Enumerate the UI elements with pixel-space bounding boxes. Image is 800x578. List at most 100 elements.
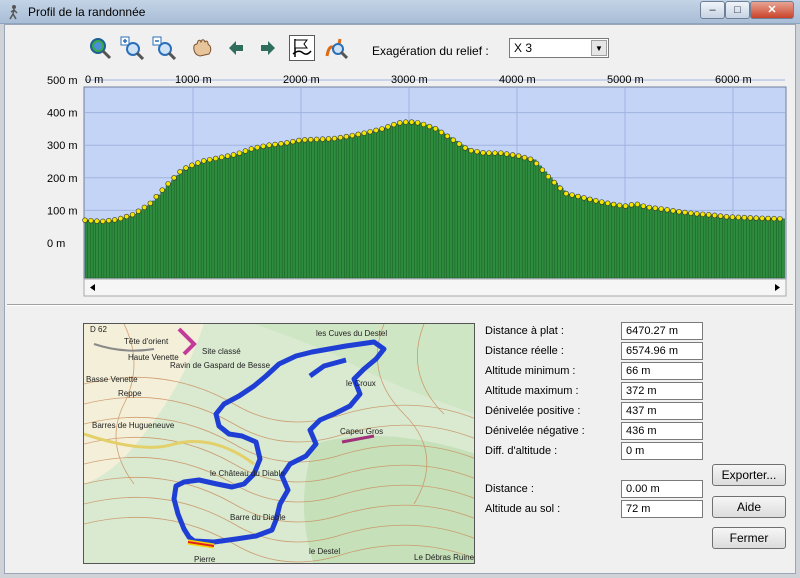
map-place-label: Capeu Gros <box>340 427 383 436</box>
help-button[interactable]: Aide <box>712 496 786 518</box>
profile-point <box>599 199 605 205</box>
profile-point <box>403 119 409 125</box>
chevron-down-icon: ▼ <box>591 40 607 56</box>
route-zoom-button[interactable] <box>323 35 349 61</box>
minimize-button[interactable]: – <box>700 1 725 19</box>
relief-exaggeration-select[interactable]: X 3 ▼ <box>509 38 609 58</box>
zoom-out-button[interactable] <box>151 35 177 61</box>
profile-point <box>741 214 748 221</box>
next-button[interactable] <box>255 35 281 61</box>
profile-point <box>486 150 492 156</box>
title-bar: Profil de la randonnée – □ ✕ <box>0 0 800 24</box>
profile-point <box>171 175 177 181</box>
map-place-label: les Cuves du Destel <box>316 329 387 338</box>
profile-point <box>480 150 486 156</box>
map-place-label: Pierre <box>194 555 216 564</box>
profile-point <box>189 162 195 168</box>
map-place-label: Site classé <box>202 347 241 356</box>
x-tick-label: 4000 m <box>499 74 536 86</box>
profile-point <box>355 131 361 138</box>
stat-label: Diff. d'altitude : <box>485 445 558 457</box>
profile-point <box>212 155 219 162</box>
profile-point <box>409 119 415 125</box>
stat-value-field: 372 m <box>621 382 703 400</box>
profile-point <box>539 167 546 173</box>
maximize-button[interactable]: □ <box>725 1 750 19</box>
profile-point <box>515 153 522 159</box>
zoom-full-button[interactable] <box>87 35 113 61</box>
section-divider <box>7 304 793 306</box>
zoom-full-icon <box>90 38 112 60</box>
x-tick-label: 6000 m <box>715 74 752 86</box>
profile-point <box>605 200 611 206</box>
profile-point <box>313 136 320 143</box>
profile-point <box>575 193 581 200</box>
zoom-in-button[interactable] <box>119 35 145 61</box>
profile-point <box>385 124 391 130</box>
previous-button[interactable] <box>223 35 249 61</box>
export-button[interactable]: Exporter... <box>712 464 786 486</box>
profile-point <box>551 179 557 186</box>
profile-point <box>569 192 575 198</box>
x-tick-label: 3000 m <box>391 74 428 86</box>
profile-point <box>735 214 742 221</box>
profile-point <box>438 129 445 136</box>
map-place-label: le Destel <box>309 547 340 556</box>
profile-point <box>82 217 88 223</box>
profile-point <box>290 138 296 145</box>
profile-flag-button[interactable] <box>289 35 315 61</box>
profile-point <box>236 150 243 156</box>
profile-point <box>640 203 647 209</box>
stat-label: Distance à plat : <box>485 325 564 337</box>
topographic-map[interactable]: les Cuves du Destel D 62 Tête d'orient Haut… <box>83 323 475 564</box>
profile-point <box>492 150 498 156</box>
stat-value-field: 6470.27 m <box>621 322 703 340</box>
stat-label: Altitude maximum : <box>485 385 579 397</box>
close-window-button[interactable]: ✕ <box>750 1 794 19</box>
elevation-bar <box>781 218 785 279</box>
stat-value-field: 66 m <box>621 362 703 380</box>
window-title: Profil de la randonnée <box>28 5 146 19</box>
profile-point <box>135 208 142 214</box>
profile-point <box>759 215 765 221</box>
profile-point <box>106 217 112 224</box>
x-tick-label: 1000 m <box>175 74 212 86</box>
profile-point <box>201 158 207 164</box>
profile-point <box>765 215 771 222</box>
profile-point <box>266 142 272 148</box>
profile-point <box>147 200 154 206</box>
profile-point <box>319 136 326 142</box>
profile-point <box>308 136 314 143</box>
x-tick-label: 2000 m <box>283 74 320 86</box>
profile-point <box>563 190 569 197</box>
topo-map-svg: les Cuves du DestelD 62Tête d'orientHaut… <box>84 324 475 564</box>
map-place-label: Basse Venette <box>86 375 138 384</box>
profile-point <box>557 185 563 191</box>
elevation-profile-chart[interactable]: 0 m 1000 m 2000 m 3000 m 4000 m 5000 m 6000 m … <box>47 71 789 301</box>
profile-point <box>224 153 231 159</box>
profile-point <box>272 141 278 148</box>
y-tick-label: 500 m <box>47 75 78 87</box>
profile-point <box>444 133 451 139</box>
profile-point <box>616 202 623 209</box>
profile-point <box>456 141 462 147</box>
profile-point <box>100 218 106 224</box>
map-place-label: le Croux <box>346 379 376 388</box>
profile-point <box>705 212 712 218</box>
y-tick-label: 300 m <box>47 140 78 152</box>
close-button[interactable]: Fermer <box>712 527 786 549</box>
map-place-label: Le Débras Ruines <box>414 553 475 562</box>
horizontal-scrollbar[interactable] <box>83 278 787 297</box>
profile-point <box>700 211 706 217</box>
stat-value-field: 6574.96 m <box>621 342 703 360</box>
relief-exaggeration-label: Exagération du relief : <box>372 44 489 58</box>
profile-point <box>670 208 676 214</box>
pan-button[interactable] <box>189 35 215 61</box>
map-place-label: Tête d'orient <box>124 337 169 346</box>
profile-point <box>498 150 504 156</box>
profile-point <box>302 137 308 143</box>
profile-point <box>533 160 540 167</box>
map-place-label: D 62 <box>90 325 107 334</box>
stat-value-field: 0 m <box>621 442 703 460</box>
profile-point <box>325 136 332 142</box>
